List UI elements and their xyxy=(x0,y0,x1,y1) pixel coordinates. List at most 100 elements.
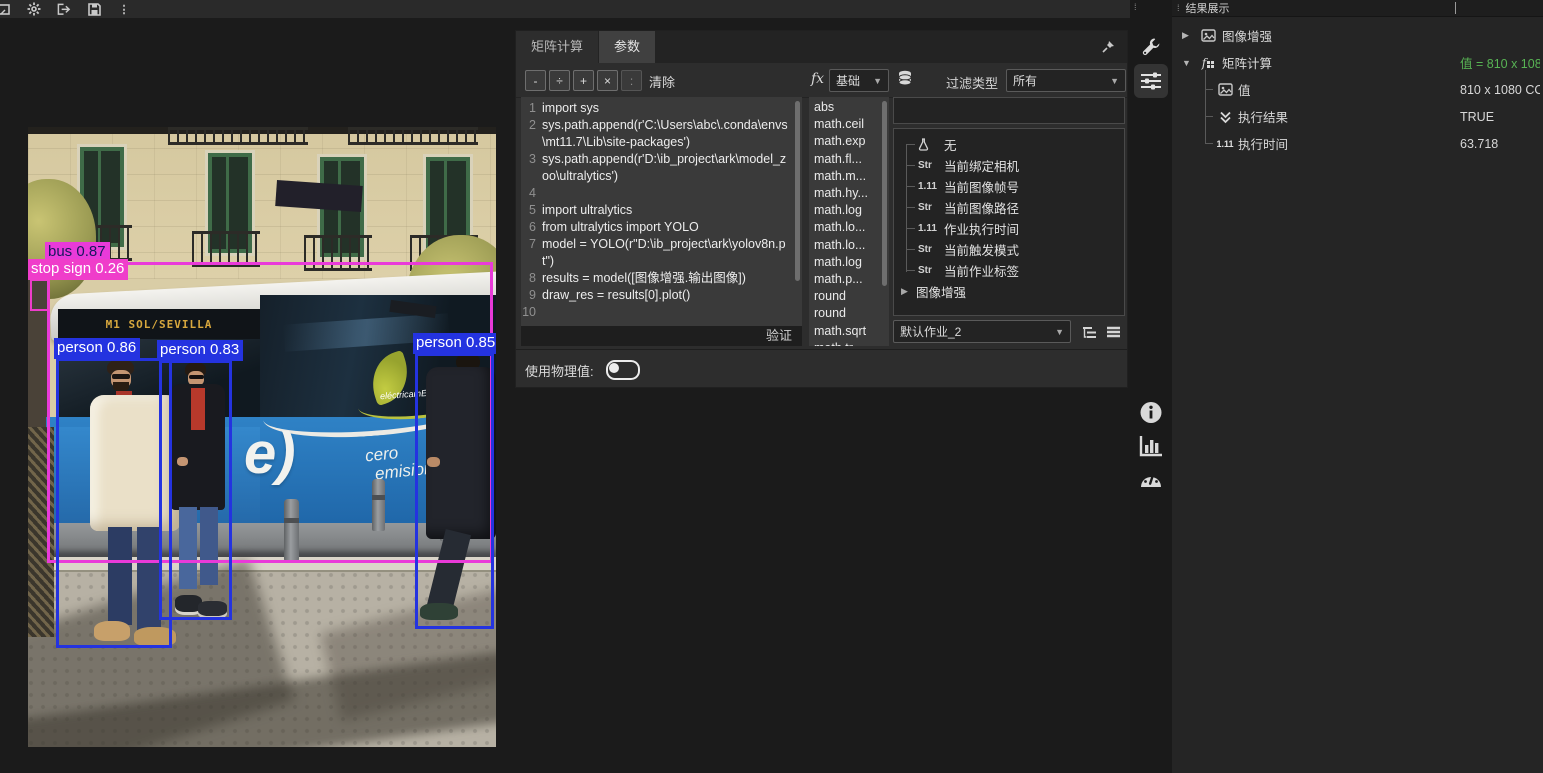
function-item[interactable]: math.p... xyxy=(814,271,889,288)
number-type-icon: 1.11 xyxy=(918,223,944,234)
result-value: 810 x 1080 CO xyxy=(1460,83,1540,97)
result-row-图像增强[interactable]: ▶图像增强 xyxy=(1172,22,1543,49)
physical-value-label: 使用物理值: xyxy=(525,361,594,380)
settings-gear-icon[interactable] xyxy=(27,2,41,16)
function-item[interactable]: math.m... xyxy=(814,168,889,185)
tree-branch xyxy=(906,270,915,271)
wrench-icon[interactable] xyxy=(1140,36,1162,63)
variable-label: 当前图像路径 xyxy=(944,198,1019,217)
detection-overlays: bus 0.87stop sign 0.26person 0.86person … xyxy=(28,127,496,747)
code-line-number: 6 xyxy=(521,219,536,236)
chevron-down-icon: ▼ xyxy=(1055,327,1064,337)
variable-item-当前作业标签[interactable]: Str当前作业标签 xyxy=(894,260,1124,281)
op-button-2[interactable]: + xyxy=(573,70,594,91)
code-line-text: results = model([图像增强.输出图像]) xyxy=(542,270,790,287)
tree-branch xyxy=(1205,116,1213,117)
code-line-number: 10 xyxy=(521,304,536,321)
result-label: 执行时间 xyxy=(1238,134,1288,153)
operator-buttons: -÷+×: xyxy=(525,70,642,91)
function-item[interactable]: round xyxy=(814,305,889,322)
function-item[interactable]: abs xyxy=(814,99,889,116)
result-icon-checks xyxy=(1216,109,1234,125)
code-line-text xyxy=(542,185,790,202)
bar-chart-icon[interactable] xyxy=(1139,435,1163,462)
variable-item-无[interactable]: 无 xyxy=(894,134,1124,155)
validate-button[interactable]: 验证 xyxy=(766,328,792,343)
tree-view-button[interactable] xyxy=(1079,323,1099,341)
function-item[interactable]: math.hy... xyxy=(814,185,889,202)
function-item[interactable]: math.tr xyxy=(814,340,889,346)
info-icon[interactable] xyxy=(1140,401,1163,429)
op-button-0[interactable]: - xyxy=(525,70,546,91)
variable-label: 图像增强 xyxy=(916,282,966,301)
code-line: 9draw_res = results[0].plot() xyxy=(521,287,802,304)
function-list-scrollbar[interactable] xyxy=(882,101,887,286)
op-button-3[interactable]: × xyxy=(597,70,618,91)
menu-list-button[interactable] xyxy=(1103,323,1123,341)
result-label: 执行结果 xyxy=(1238,107,1288,126)
sliders-icon[interactable] xyxy=(1140,71,1162,96)
more-kebab-icon[interactable]: ⋮ xyxy=(117,2,131,16)
variable-item-当前图像路径[interactable]: Str当前图像路径 xyxy=(894,197,1124,218)
variable-item-当前绑定相机[interactable]: Str当前绑定相机 xyxy=(894,155,1124,176)
tree-branch xyxy=(906,165,915,166)
variable-search-input[interactable] xyxy=(894,98,1124,123)
variable-item-图像增强[interactable]: ▶图像增强 xyxy=(894,281,1124,302)
export-icon[interactable] xyxy=(57,2,71,16)
function-item[interactable]: round xyxy=(814,288,889,305)
result-row-执行时间[interactable]: 1.11执行时间63.718 xyxy=(1172,130,1543,157)
number-type-icon: 1.11 xyxy=(918,181,944,192)
chevron-expanded-icon[interactable]: ▼ xyxy=(1182,58,1191,68)
tab-params[interactable]: 参数 xyxy=(599,31,655,63)
panel-toolbar: -÷+×: 清除 fx 基础▼ 过滤类型 所有▼ xyxy=(516,63,1127,98)
tab-matrix-calc[interactable]: 矩阵计算 xyxy=(516,31,598,63)
function-item[interactable]: math.exp xyxy=(814,133,889,150)
filter-type-select[interactable]: 所有▼ xyxy=(1006,69,1126,92)
save-icon[interactable] xyxy=(87,2,101,16)
validate-bar: 验证 xyxy=(521,326,802,346)
detection-label-person-2: person 0.83 xyxy=(157,340,243,361)
job-select[interactable]: 默认作业_2▼ xyxy=(893,320,1071,343)
function-item[interactable]: math.ceil xyxy=(814,116,889,133)
op-button-1[interactable]: ÷ xyxy=(549,70,570,91)
function-list: absmath.ceilmath.expmath.fl...math.m...m… xyxy=(809,97,889,346)
code-line-number: 4 xyxy=(521,185,536,202)
variable-label: 无 xyxy=(944,135,957,154)
code-line-text: sys.path.append(r'C:\Users\abc\.conda\en… xyxy=(542,117,790,151)
code-line-number: 2 xyxy=(521,117,536,151)
variable-item-作业执行时间[interactable]: 1.11作业执行时间 xyxy=(894,218,1124,239)
op-button-4[interactable]: : xyxy=(621,70,642,91)
function-item[interactable]: math.lo... xyxy=(814,219,889,236)
code-line-text: model = YOLO(r"D:\ib_project\ark\yolov8n… xyxy=(542,236,790,270)
result-row-执行结果[interactable]: 执行结果TRUE xyxy=(1172,103,1543,130)
clear-button[interactable]: 清除 xyxy=(649,72,675,91)
variable-item-当前触发模式[interactable]: Str当前触发模式 xyxy=(894,239,1124,260)
database-icon[interactable] xyxy=(897,70,915,90)
string-type-icon: Str xyxy=(918,202,944,213)
detection-box-person-2 xyxy=(159,360,232,620)
app-icon[interactable] xyxy=(0,2,11,16)
detection-box-stop-sign xyxy=(30,279,50,311)
code-line: 3sys.path.append(r'D:\ib_project\ark\mod… xyxy=(521,151,802,185)
code-editor[interactable]: 1import sys2sys.path.append(r'C:\Users\a… xyxy=(521,97,802,326)
panel-grip-icon: ⁞ xyxy=(1134,2,1138,12)
function-item[interactable]: math.log xyxy=(814,254,889,271)
function-item[interactable]: math.fl... xyxy=(814,151,889,168)
function-item[interactable]: math.sqrt xyxy=(814,323,889,340)
function-item[interactable]: math.lo... xyxy=(814,237,889,254)
gauge-icon[interactable] xyxy=(1139,469,1163,494)
pin-icon[interactable] xyxy=(1101,39,1117,55)
code-line: 5import ultralytics xyxy=(521,202,802,219)
function-category-select[interactable]: 基础▼ xyxy=(829,69,889,92)
chevron-collapsed-icon[interactable]: ▶ xyxy=(1182,30,1189,41)
detection-label-person-1: person 0.86 xyxy=(54,338,140,359)
tree-branch xyxy=(906,186,915,187)
function-item[interactable]: math.log xyxy=(814,202,889,219)
flask-icon xyxy=(918,138,944,151)
code-line-number: 5 xyxy=(521,202,536,219)
code-scrollbar[interactable] xyxy=(795,101,800,281)
result-row-值[interactable]: 值810 x 1080 CO xyxy=(1172,76,1543,103)
variable-item-当前图像帧号[interactable]: 1.11当前图像帧号 xyxy=(894,176,1124,197)
result-row-矩阵计算[interactable]: ▼f矩阵计算值 = 810 x 108 xyxy=(1172,49,1543,76)
physical-value-toggle[interactable] xyxy=(606,360,640,380)
